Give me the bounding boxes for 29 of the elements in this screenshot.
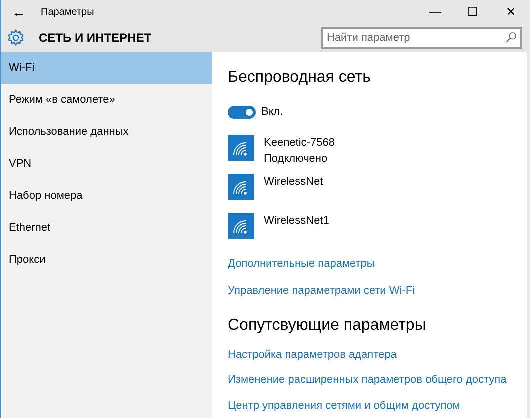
search-field[interactable]: Найти параметр xyxy=(321,27,522,49)
sidebar-item[interactable]: Wi-Fi xyxy=(1,52,212,84)
settings-icon xyxy=(7,29,25,47)
network-name[interactable]: WirelessNet xyxy=(264,174,324,190)
network-name[interactable]: WirelessNet1 xyxy=(264,212,330,229)
sidebar-item[interactable]: VPN xyxy=(1,148,212,180)
close-button[interactable]: ✕ xyxy=(492,3,530,21)
sidebar-item[interactable]: Набор номера xyxy=(1,180,212,212)
sidebar-item[interactable]: Режим «в самолете» xyxy=(1,84,212,116)
window-title: Параметры xyxy=(40,6,96,20)
minimize-button[interactable]: — xyxy=(416,3,454,21)
link[interactable]: Центр управления сетями и общим доступом xyxy=(228,398,511,414)
search-icon xyxy=(506,32,517,43)
link[interactable]: Изменение расширенных параметров общего доступа xyxy=(228,372,511,388)
sidebar-item[interactable]: Прокси xyxy=(1,244,212,276)
maximize-button[interactable]: ☐ xyxy=(454,3,492,21)
section-heading: Беспроводная сеть xyxy=(228,68,372,88)
link[interactable]: Дополнительные параметры xyxy=(228,256,511,272)
sidebar-item[interactable]: Использование данных xyxy=(1,116,212,148)
section-title: СЕТЬ И ИНТЕРНЕТ xyxy=(39,30,153,47)
sidebar-item[interactable]: Ethernet xyxy=(1,212,212,244)
back-button[interactable]: ← xyxy=(1,2,37,22)
toggle-switch[interactable] xyxy=(228,106,256,119)
section-heading: Сопутсвующие параметры xyxy=(228,316,428,336)
toggle-label: Вкл. xyxy=(262,105,284,120)
network-name[interactable]: Keenetic-7568 xyxy=(264,134,335,151)
network-status: Подключено xyxy=(264,152,329,167)
link[interactable]: Управление параметрами сети Wi-Fi xyxy=(228,283,511,300)
link[interactable]: Настройка параметров адаптера xyxy=(228,346,511,363)
